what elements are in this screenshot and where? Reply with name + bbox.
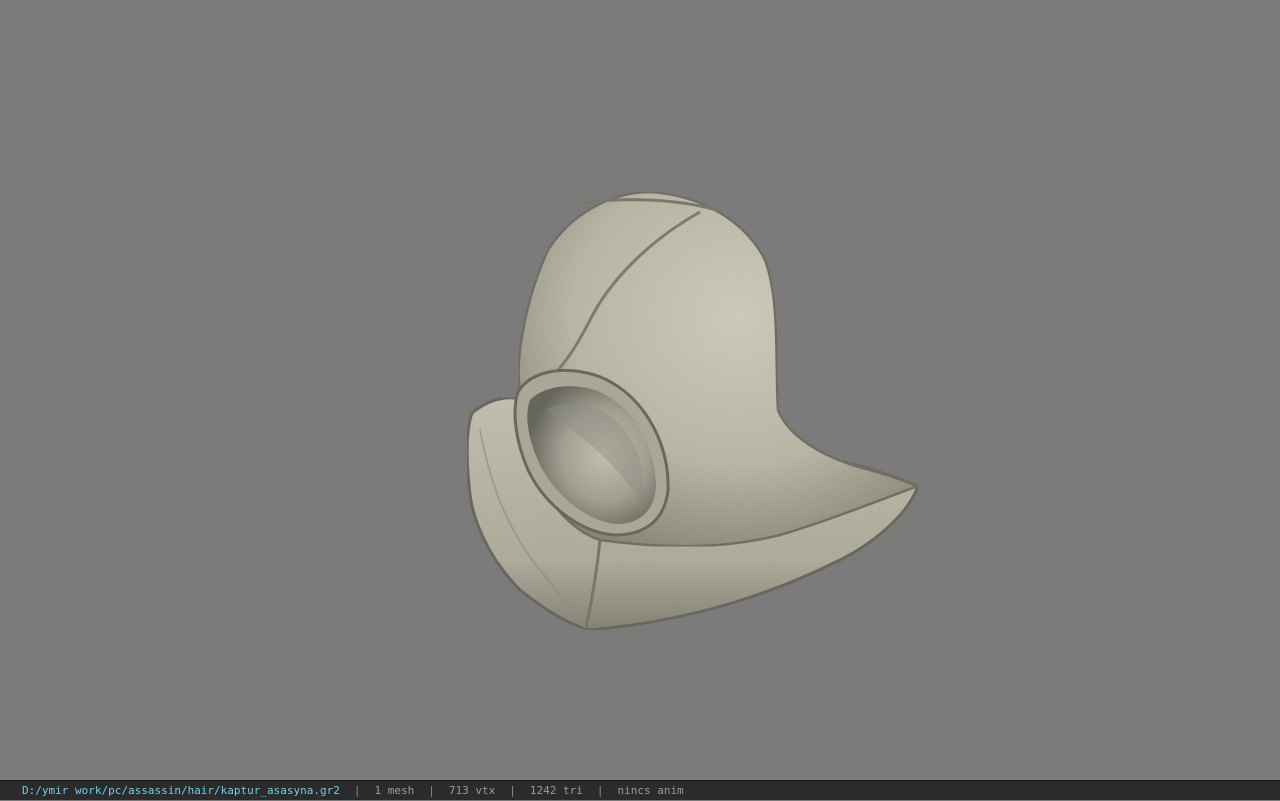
3d-viewport[interactable]: [0, 0, 1280, 780]
status-bar: D:/ymir work/pc/assassin/hair/kaptur_asa…: [0, 780, 1280, 800]
separator: |: [428, 783, 435, 797]
vertex-count: 713 vtx: [448, 783, 496, 797]
separator: |: [353, 783, 361, 797]
animation-status: nincs anim: [617, 783, 684, 797]
separator: |: [509, 783, 516, 797]
separator: |: [596, 783, 604, 797]
mesh-count: 1 mesh: [374, 783, 415, 797]
file-path: D:/ymir work/pc/assassin/hair/kaptur_asa…: [22, 783, 340, 797]
triangle-count: 1242 tri: [529, 783, 583, 797]
hood-model[interactable]: [0, 0, 1280, 780]
